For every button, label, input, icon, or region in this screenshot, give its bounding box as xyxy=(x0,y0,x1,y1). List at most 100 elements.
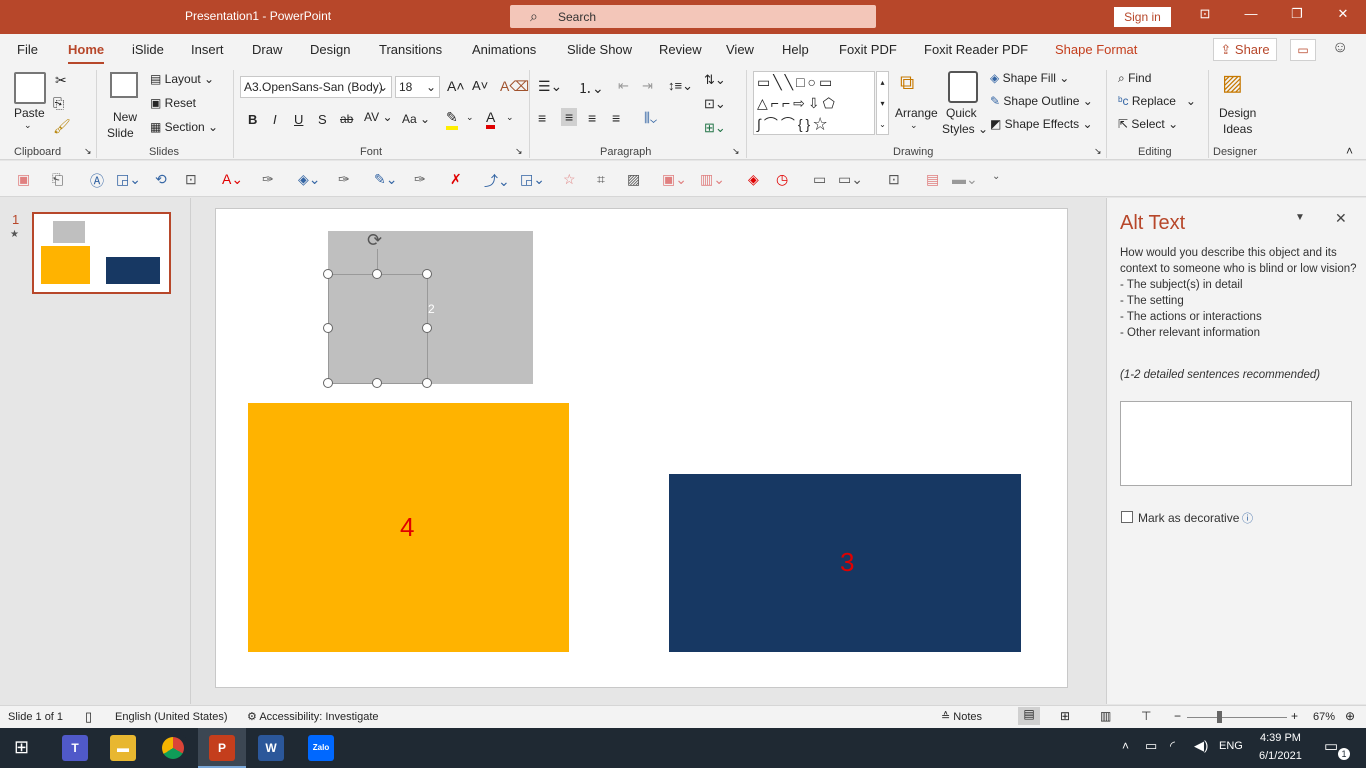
zoom-level[interactable]: 67% xyxy=(1313,711,1335,723)
screenshot-icon[interactable]: ⊡ xyxy=(888,171,900,188)
outline-color-icon[interactable]: ✎⌄ xyxy=(374,171,397,188)
slide-canvas[interactable]: 2 ⟳ 4 3 xyxy=(215,208,1068,688)
paste-button[interactable]: Paste xyxy=(14,106,45,120)
search-box[interactable]: ⌕ Search xyxy=(510,5,876,28)
info-icon[interactable]: ⓘ xyxy=(1242,510,1253,526)
textbox-icon[interactable]: Ⓐ xyxy=(90,171,104,191)
eyedropper-outline-icon[interactable]: ✑ xyxy=(414,171,426,188)
strikethrough-button[interactable]: ab xyxy=(340,112,353,126)
tab-islide[interactable]: iSlide xyxy=(132,42,164,57)
image-icon[interactable]: ▨ xyxy=(627,171,640,188)
resize-handle-e[interactable] xyxy=(422,323,432,333)
tab-review[interactable]: Review xyxy=(659,42,702,57)
slide-sorter-icon[interactable]: ⊞ xyxy=(1060,709,1070,723)
pin-icon[interactable]: ✗ xyxy=(450,171,462,188)
eyedropper-fill-icon[interactable]: ✑ xyxy=(338,171,350,188)
shape-fill-button[interactable]: ◈ Shape Fill ⌄ xyxy=(990,71,1069,85)
resize-handle-nw[interactable] xyxy=(323,269,333,279)
resize-handle-ne[interactable] xyxy=(422,269,432,279)
show-hidden-icons-icon[interactable]: ˄ xyxy=(1122,739,1129,753)
sign-in-button[interactable]: Sign in xyxy=(1114,7,1171,27)
layout-button[interactable]: ▤ Layout ⌄ xyxy=(150,72,214,86)
reading-view-icon[interactable]: ▥ xyxy=(1100,709,1111,723)
tab-insert[interactable]: Insert xyxy=(191,42,224,57)
clear-formatting-icon[interactable]: A⌫ xyxy=(500,78,529,95)
word-icon[interactable]: W xyxy=(258,735,284,761)
rotate-handle-icon[interactable]: ⟳ xyxy=(367,230,382,251)
chevron-down-icon[interactable]: ⌄ xyxy=(506,112,514,123)
section-button[interactable]: ▦ Section ⌄ xyxy=(150,120,218,134)
zoom-in-icon[interactable]: + xyxy=(1291,709,1298,723)
tab-foxit-reader-pdf[interactable]: Foxit Reader PDF xyxy=(924,42,1028,57)
media-icon[interactable]: ▣⌄ xyxy=(662,171,687,188)
fit-to-window-icon[interactable]: ⊕ xyxy=(1345,709,1355,723)
share-button[interactable]: ⇪ Share xyxy=(1213,38,1277,61)
text-shadow-button[interactable]: S xyxy=(318,112,327,127)
powerpoint-icon[interactable]: P xyxy=(209,735,235,761)
shapes-icon[interactable]: ◲⌄ xyxy=(116,171,141,188)
resize-handle-s[interactable] xyxy=(372,378,382,388)
zoom-slider-track[interactable] xyxy=(1187,717,1287,718)
decrease-font-icon[interactable]: A˅ xyxy=(472,78,488,93)
teams-icon[interactable]: T xyxy=(62,735,88,761)
mark-decorative-checkbox[interactable] xyxy=(1121,511,1133,523)
font-launcher-icon[interactable]: ↘ xyxy=(515,146,523,157)
select-button[interactable]: ⇱ Select ⌄ xyxy=(1118,117,1178,131)
quick-styles-label-2[interactable]: Styles ⌄ xyxy=(942,122,988,136)
convert-smartart-icon[interactable]: ⊞⌄ xyxy=(704,120,726,136)
change-case-button[interactable]: Aa ⌄ xyxy=(402,112,430,126)
close-pane-icon[interactable]: ✕ xyxy=(1335,210,1347,227)
chrome-icon[interactable] xyxy=(160,735,186,761)
numbering-icon[interactable]: ⒈⌄ xyxy=(578,78,604,98)
battery-icon[interactable]: ▭ xyxy=(1145,738,1157,754)
increase-indent-icon[interactable]: ⇥ xyxy=(642,78,653,94)
tab-design[interactable]: Design xyxy=(310,42,350,57)
frame-icon[interactable]: ▭ xyxy=(813,171,826,188)
eyedropper-icon[interactable]: ✑ xyxy=(262,171,274,188)
font-size-select[interactable]: 18 ⌄ xyxy=(395,76,440,98)
clipboard-launcher-icon[interactable]: ↘ xyxy=(84,146,92,157)
folder-icon[interactable]: ▬⌄ xyxy=(952,171,978,188)
tab-animations[interactable]: Animations xyxy=(472,42,536,57)
clock-icon[interactable]: ◷ xyxy=(776,171,788,188)
import-icon[interactable]: ⎗ xyxy=(52,171,63,188)
resize-handle-sw[interactable] xyxy=(323,378,333,388)
decrease-indent-icon[interactable]: ⇤ xyxy=(618,78,629,94)
customize-toolbar-icon[interactable]: ⌄ xyxy=(992,171,1000,182)
bold-button[interactable]: B xyxy=(248,112,257,127)
quick-styles-icon[interactable] xyxy=(948,71,978,103)
design-ideas-label-2[interactable]: Ideas xyxy=(1223,122,1252,136)
alt-text-input[interactable] xyxy=(1120,401,1352,486)
shape-outline-button[interactable]: ✎ Shape Outline ⌄ xyxy=(990,94,1093,108)
spelling-icon[interactable]: ▯ xyxy=(85,709,92,725)
resize-handle-n[interactable] xyxy=(372,269,382,279)
clock-time[interactable]: 4:39 PM xyxy=(1260,732,1301,744)
justify-icon[interactable]: ≡ xyxy=(612,110,620,126)
chevron-down-icon[interactable]: ⌄ xyxy=(466,112,474,123)
normal-view-icon[interactable]: ▤ xyxy=(1018,707,1040,725)
font-name-select[interactable]: A3.OpenSans-San (Body) ⌄ xyxy=(240,76,392,98)
underline-button[interactable]: U xyxy=(294,112,303,127)
line-spacing-icon[interactable]: ↕≡⌄ xyxy=(668,78,693,94)
text-direction-icon[interactable]: ⇅⌄ xyxy=(704,72,726,88)
replace-button[interactable]: ᵇc Replace ⌄ xyxy=(1118,94,1196,108)
slides-icon[interactable]: ▤ xyxy=(926,171,939,188)
character-spacing-button[interactable]: AV ⌄ xyxy=(364,110,393,124)
align-text-icon[interactable]: ⊡⌄ xyxy=(704,96,726,112)
tab-home[interactable]: Home xyxy=(68,42,105,65)
pane-options-icon[interactable]: ▼ xyxy=(1295,212,1305,223)
sync-icon[interactable]: ⟲ xyxy=(155,171,167,188)
accessibility-status[interactable]: ⚙ Accessibility: Investigate xyxy=(247,710,379,723)
selected-shape[interactable]: 2 xyxy=(328,274,435,384)
drawing-launcher-icon[interactable]: ↘ xyxy=(1094,146,1102,157)
shapes-gallery[interactable]: ▭╲╲□○▭ △⌐⌐⇨⇩⬠ ∫⌒⌒{}☆ xyxy=(753,71,875,135)
picture-icon[interactable]: ⊡ xyxy=(185,171,197,188)
chevron-down-icon[interactable]: ⌄ xyxy=(910,120,918,131)
connector-icon[interactable]: ⤴⌄ xyxy=(484,171,510,191)
layers-icon[interactable]: ◈ xyxy=(748,171,759,188)
paste-icon[interactable] xyxy=(14,72,46,104)
columns-icon[interactable]: ⫼⌄ xyxy=(644,110,657,126)
orange-rectangle[interactable]: 4 xyxy=(248,403,569,652)
tab-foxit-pdf[interactable]: Foxit PDF xyxy=(839,42,897,57)
quick-styles-label-1[interactable]: Quick xyxy=(946,106,977,120)
